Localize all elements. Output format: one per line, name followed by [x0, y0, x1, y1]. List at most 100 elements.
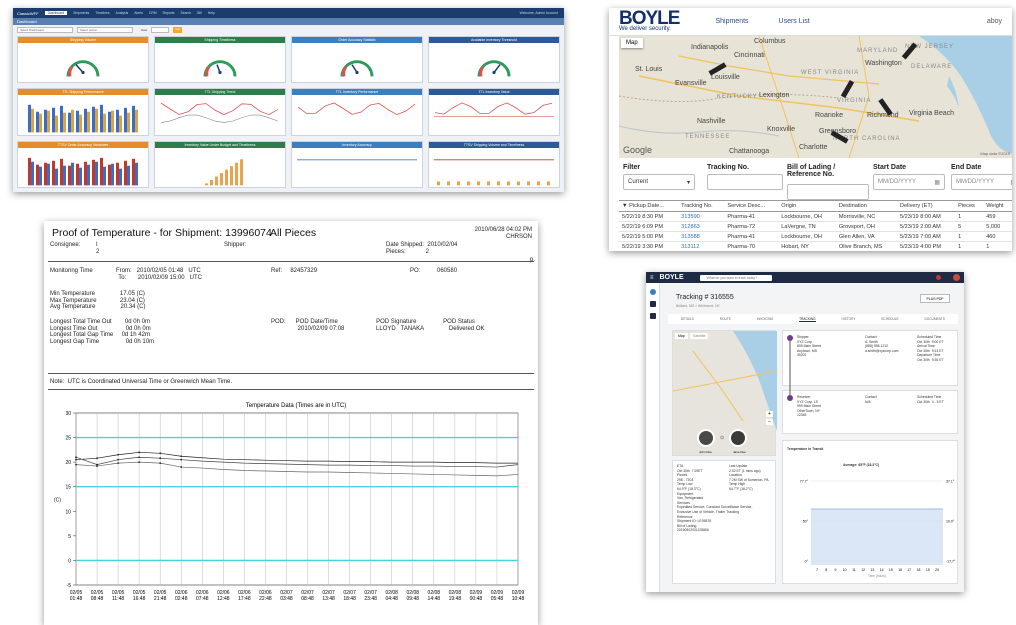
temperature-point [75, 463, 77, 466]
table-cell: 1 [955, 231, 984, 242]
go-button[interactable]: GO [173, 27, 183, 33]
dashboard-panel[interactable]: TTL Shipping Performance [17, 88, 149, 136]
tab-analysis[interactable]: Analysis [116, 11, 129, 15]
end-date-label: End Date [951, 164, 982, 171]
dashboard-panel[interactable]: Inventory Accuracy [291, 140, 423, 188]
tracking-map[interactable]: Map Satellite + − ⊙ John Doe Jane Doe [672, 330, 777, 456]
bol-input[interactable] [787, 184, 869, 200]
table-cell: Hobart, NY [778, 241, 836, 251]
action-select[interactable]: Select Action [77, 27, 133, 33]
tab-tracking[interactable]: TRACKING [799, 317, 816, 322]
tab-alerts[interactable]: Alerts [134, 11, 143, 15]
dashboard-select[interactable]: Select Dashboard [17, 27, 73, 33]
dashboard-panel[interactable]: TTSV Order Accuracy Variances [17, 140, 149, 188]
shipper-contact: Contact A. Smith (888) 555-1212 a.smith@… [865, 335, 899, 353]
dashboard-panel[interactable]: TTSV Shipping Volume and Timeliness [428, 140, 560, 188]
tab-schedule[interactable]: SCHEDULE [881, 317, 898, 321]
consignee-contact: Contact N/A [865, 395, 877, 404]
map-label: VIRGINIA [837, 98, 872, 104]
alert-icon[interactable] [936, 275, 941, 280]
column-header[interactable]: Origin [778, 200, 836, 212]
filter-select[interactable]: Current ▾ [623, 174, 695, 190]
shipper-label: Shipper: [224, 242, 247, 248]
zoom-out-button[interactable]: − [766, 419, 773, 425]
consignee-stop-card: Receiver XYZ Corp. LS 999 Main Street Ot… [782, 390, 958, 434]
column-header[interactable]: Delivery (ET) [897, 200, 956, 212]
map-label: Washington [865, 60, 902, 67]
user-name[interactable]: aboy [987, 18, 1002, 25]
map-tab-satellite[interactable]: Satellite [690, 333, 709, 339]
tab-bill[interactable]: Bill [197, 11, 202, 15]
x-tick-label: 12 [861, 568, 865, 572]
table-row[interactable]: 5/22/19 8:30 PM 313590 Pharma-41 Lockbourne… [619, 211, 1012, 222]
column-header[interactable]: Tracking No. [678, 200, 725, 212]
shipments-map[interactable]: Indianapolis Cincinnati Columbus St. Lou… [619, 36, 1012, 158]
x-tick-label: 16 [898, 568, 902, 572]
zoom-in-button[interactable]: + [766, 411, 773, 417]
map-tab-map[interactable]: Map [675, 333, 688, 339]
table-cell: Lockbourne, OH [778, 231, 836, 242]
tab-dashboard[interactable]: Dashboard [44, 11, 68, 15]
dashboard-panel[interactable]: TTL Shipping Trend [154, 88, 286, 136]
dashboard-panel[interactable]: Order Accuracy Statistic [291, 36, 423, 84]
tracking-no-input[interactable] [707, 174, 783, 190]
globe-icon[interactable] [650, 289, 656, 295]
tracking-search-input[interactable]: What do you want to track today? [699, 274, 772, 281]
x-tick-label: 14:48 [428, 596, 441, 602]
tracking-link[interactable]: 312863 [678, 221, 725, 232]
dashboard-logo: ClassicWFF [17, 10, 39, 16]
table-cell: 460 [983, 231, 1012, 242]
column-header[interactable]: Service Desc... [724, 200, 779, 212]
tracking-link[interactable]: 313588 [678, 231, 725, 242]
table-cell: Grovsport, OH [835, 221, 897, 232]
monitor-icon[interactable] [650, 301, 656, 307]
tab-shipments[interactable]: Shipments [73, 11, 89, 15]
tab-reports[interactable]: Reports [163, 11, 175, 15]
document-icon[interactable] [650, 313, 656, 319]
table-cell: 459 [983, 211, 1012, 222]
tab-details[interactable]: DETAILS [681, 317, 694, 321]
pdf-button[interactable]: PLUS PDF [920, 294, 950, 303]
panel-visual [434, 159, 554, 186]
x-tick-label: 07:48 [196, 596, 209, 602]
tab-invoicing[interactable]: INVOICING [757, 317, 774, 321]
tab-timelines[interactable]: Timelines [95, 11, 109, 15]
table-cell: Pharma-41 [724, 211, 779, 222]
dashboard-panel[interactable]: Shipping Timeliness [154, 36, 286, 84]
panel-visual [477, 60, 511, 77]
column-header[interactable]: Weight [983, 200, 1012, 212]
boyle-logo: BOYLE We deliver security. [619, 8, 680, 32]
x-tick-label: 18 [917, 568, 921, 572]
end-date-input[interactable]: MM/DD/YYYY▦ [951, 174, 1012, 190]
start-date-input[interactable]: MM/DD/YYYY ▦ [873, 174, 945, 190]
tab-help[interactable]: Help [208, 11, 215, 15]
column-header[interactable]: ▼ Pickup Date... [619, 200, 679, 212]
dashboard-panel[interactable]: Available Inventory Threshold [428, 36, 560, 84]
tracking-link[interactable]: 313590 [678, 211, 725, 222]
date-input[interactable] [151, 27, 170, 33]
nav-shipments[interactable]: Shipments [715, 18, 748, 25]
column-header[interactable]: Pieces [955, 200, 984, 212]
dashboard-panel[interactable]: TTL Inventory Performance [291, 88, 423, 136]
tab-route[interactable]: ROUTE [720, 317, 731, 321]
tab-search[interactable]: Search [181, 11, 192, 15]
y-tick-label: 30 [65, 411, 71, 417]
column-header[interactable]: Destination [835, 200, 897, 212]
tracking-link[interactable]: 313112 [678, 241, 725, 251]
shipments-header: BOYLE We deliver security. Shipments Use… [609, 8, 1012, 36]
table-row[interactable]: 5/22/19 6:09 PM 312863 Pharma-72 LaVergne, … [619, 221, 1012, 232]
table-row[interactable]: 5/22/19 3:30 PM 313112 Pharma-70 Hobart, NY… [619, 241, 1012, 251]
dashboard-panel[interactable]: Inventory Value Under Budget and Timelin… [154, 140, 286, 188]
tab-crm[interactable]: CRM [149, 11, 157, 15]
table-row[interactable]: 5/22/19 5:00 PM 313588 Pharma-41 Lockbourne… [619, 231, 1012, 242]
map-mode-toggle[interactable]: Map [621, 38, 643, 48]
map-label: Columbus [754, 38, 786, 45]
avatar[interactable] [953, 274, 960, 281]
dashboard-panel[interactable]: TTL Inventory Value [428, 88, 560, 136]
shipment-details-right: Last Update 2:02 ET (1 mins ago) Locatio… [729, 464, 769, 491]
nav-users-list[interactable]: Users List [779, 18, 810, 25]
tab-documents[interactable]: DOCUMENTS [924, 317, 945, 321]
dashboard-panel[interactable]: Shipping Volume [17, 36, 149, 84]
tab-history[interactable]: HISTORY [841, 317, 855, 321]
menu-icon[interactable]: ≡ [650, 275, 654, 281]
